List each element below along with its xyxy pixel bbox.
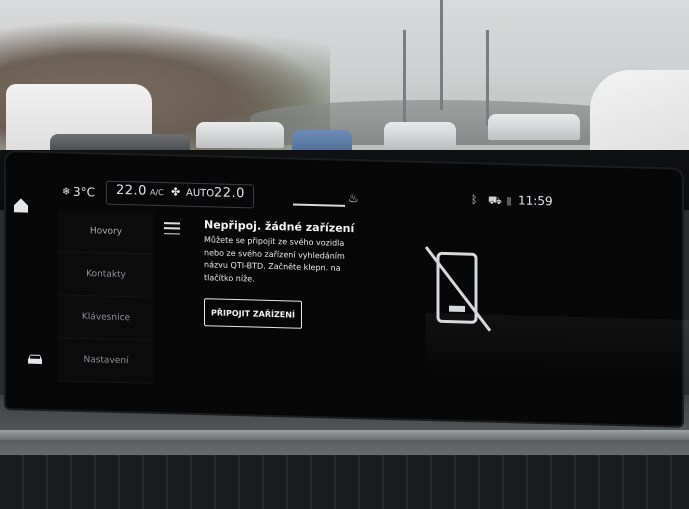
- car-icon[interactable]: [26, 353, 44, 365]
- power-pylon: [486, 30, 489, 125]
- parked-car: [488, 114, 580, 140]
- fan-icon: ✤: [171, 185, 181, 199]
- parked-car: [384, 122, 456, 148]
- car-link-icon: ⛟: [488, 193, 502, 207]
- phone-side-nav: Hovory Kontakty Klávesnice Nastavení: [58, 209, 154, 384]
- photo-scene: ❄ 3°C 22.0 A/C ✤ AUTO 22.0 ♨ ᛒ ⛟ ▮ 11:59…: [0, 0, 689, 509]
- auto-label[interactable]: AUTO: [186, 188, 214, 200]
- nav-item-keypad[interactable]: Klávesnice: [58, 295, 154, 341]
- power-pylon: [403, 30, 406, 125]
- panel-title: Nepřipoj. žádné zařízení: [204, 218, 355, 236]
- panel-message: Můžete se připojit ze svého vozidla nebo…: [204, 234, 374, 288]
- nav-item-settings[interactable]: Nastavení: [58, 338, 154, 384]
- connect-device-button[interactable]: PŘIPOJIT ZAŘÍZENÍ: [204, 298, 302, 329]
- snowflake-fan-icon: ❄: [62, 186, 71, 198]
- clock: 11:59: [518, 193, 553, 209]
- air-vent: [0, 455, 689, 509]
- power-pylon: [440, 0, 443, 110]
- seat-heat-icon[interactable]: ♨: [348, 191, 359, 205]
- nav-item-calls[interactable]: Hovory: [58, 209, 154, 255]
- driver-temperature[interactable]: 22.0: [116, 183, 147, 199]
- signal-icon: ▮: [506, 194, 513, 208]
- infotainment-screen: ❄ 3°C 22.0 A/C ✤ AUTO 22.0 ♨ ᛒ ⛟ ▮ 11:59…: [6, 152, 689, 426]
- outside-temperature: 3°C: [73, 184, 96, 200]
- bluetooth-icon: ᛒ: [471, 193, 478, 207]
- ac-label[interactable]: A/C: [150, 188, 164, 197]
- home-icon[interactable]: [12, 196, 30, 214]
- nav-item-contacts[interactable]: Kontakty: [58, 252, 154, 298]
- seat-heat-slider[interactable]: [293, 203, 345, 207]
- hamburger-menu-icon[interactable]: [164, 222, 180, 235]
- dashboard-trim: [0, 430, 689, 440]
- parked-car: [196, 122, 284, 148]
- passenger-temperature[interactable]: 22.0: [214, 185, 245, 201]
- phone-disabled-icon: [424, 246, 492, 332]
